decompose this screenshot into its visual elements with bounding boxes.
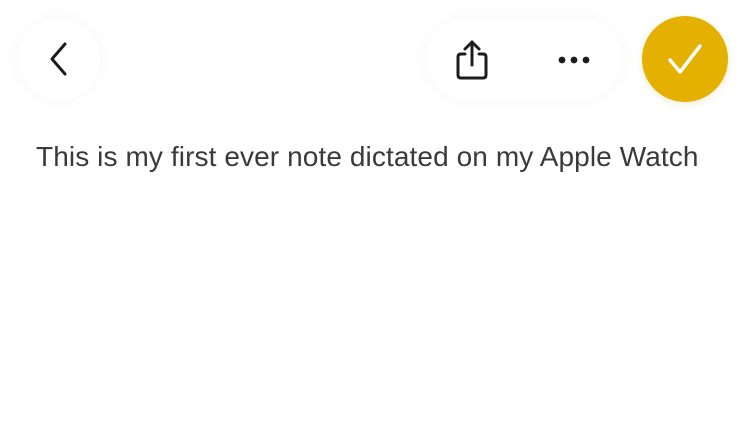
more-options-button[interactable] [546,30,602,90]
top-toolbar [0,0,750,120]
share-button[interactable] [444,30,500,90]
note-screen: This is my first ever note dictated on m… [0,0,750,421]
ellipsis-icon [554,54,594,66]
checkmark-icon [665,41,705,77]
chevron-left-icon [44,39,74,79]
done-button[interactable] [642,16,728,102]
back-button[interactable] [18,18,100,100]
note-text[interactable]: This is my first ever note dictated on m… [36,134,716,179]
share-icon [452,38,492,82]
